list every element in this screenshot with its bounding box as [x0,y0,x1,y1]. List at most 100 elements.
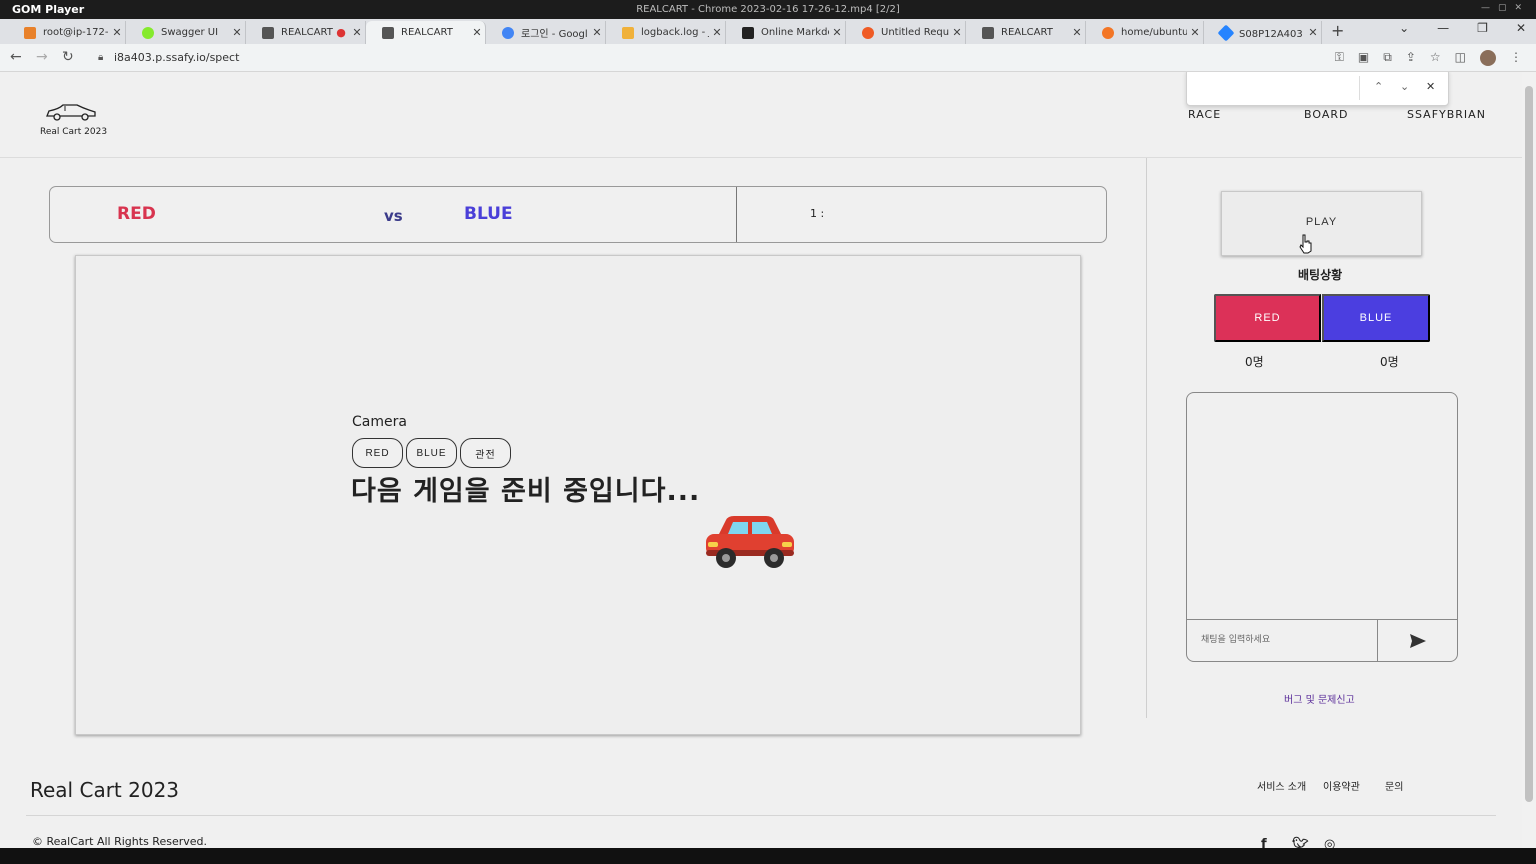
browser-tab[interactable]: REALCART ● ✕ [246,21,366,44]
find-in-page-bar[interactable]: ⌃ ⌄ ✕ [1186,72,1449,106]
toolbar-icons: ⚿ ▣ ⧉ ⇪ ☆ ◫ ⋮ [1335,50,1522,66]
camera-label: Camera [352,414,407,430]
close-tab-icon[interactable]: ✕ [229,26,245,39]
player-window-controls[interactable]: — ▢ ✕ [1481,3,1522,13]
footer-divider [26,815,1496,816]
logo-car-icon[interactable] [45,102,97,122]
car-icon [382,26,394,39]
close-tab-icon[interactable]: ✕ [949,26,965,39]
jupyter-icon [1102,26,1114,39]
nav-user[interactable]: SSAFYBRIAN [1407,108,1486,121]
twitter-icon[interactable]: 🐦︎ [1292,837,1309,848]
browser-tab[interactable]: logback.log - Jo✕ [606,21,726,44]
page: Real Cart 2023 RACE BOARD SSAFYBRIAN ⌃ ⌄… [0,72,1522,848]
share-icon[interactable]: ⇪ [1406,50,1416,66]
scrollbar-thumb[interactable] [1525,86,1533,802]
facebook-icon[interactable]: f [1261,837,1267,848]
browser-tab[interactable]: REALCART ✕ [966,21,1086,44]
player-title: REALCART - Chrome 2023-02-16 17-26-12.mp… [636,4,900,15]
logo-text[interactable]: Real Cart 2023 [40,127,107,137]
lock-icon: 🔒︎ [98,52,104,63]
new-tab-icon[interactable]: + [1331,21,1344,40]
reload-icon[interactable]: ↻ [62,49,74,65]
bug-report-link[interactable]: 버그 및 문제신고 [1284,691,1355,706]
find-close-icon[interactable]: ✕ [1426,80,1435,93]
copyright-text: © RealCart All Rights Reserved. [32,835,207,848]
postman-icon [862,26,874,39]
tab-search-icon[interactable]: ⌄ [1399,21,1409,35]
camera-spectate-button[interactable]: 관전 [460,438,511,468]
browser-tab[interactable]: S08P12A403 프✕ [1204,21,1322,44]
browser-tab[interactable]: home/ubuntu/✕ [1086,21,1204,44]
close-tab-icon[interactable]: ✕ [109,26,125,39]
send-icon [1409,633,1426,648]
play-button[interactable]: PLAY [1221,191,1422,256]
key-icon[interactable]: ⚿ [1335,50,1344,66]
close-icon[interactable]: ✕ [1514,3,1522,13]
bet-red-count: 0명 [1245,355,1264,369]
match-scoreboard: RED vs BLUE 1 : [49,186,1107,243]
footer-link-terms[interactable]: 이용약관 [1323,778,1360,793]
bet-blue-count: 0명 [1380,355,1399,369]
chat-messages[interactable] [1186,392,1458,620]
browser-tab[interactable]: Swagger UI ✕ [126,21,246,44]
browser-tab[interactable]: root@ip-172-26✕ [8,21,126,44]
markdown-icon [742,26,754,39]
nav-board[interactable]: BOARD [1304,108,1348,121]
chat-send-button[interactable] [1377,619,1458,662]
find-icon[interactable]: ▣ [1358,50,1369,66]
camera-red-button[interactable]: RED [352,438,403,468]
close-tab-icon[interactable]: ✕ [349,26,365,39]
minimize-icon[interactable]: — [1481,3,1490,13]
close-tab-icon[interactable]: ✕ [469,26,485,39]
instagram-icon[interactable]: ◎ [1324,837,1335,848]
jira-icon [1217,24,1235,41]
restore-icon[interactable]: ❐ [1477,21,1488,35]
footer-link-about[interactable]: 서비스 소개 [1257,778,1306,793]
find-next-icon[interactable]: ⌄ [1400,80,1409,93]
minimize-icon[interactable]: — [1437,21,1449,35]
find-prev-icon[interactable]: ⌃ [1374,80,1383,93]
score-divider [736,187,737,242]
close-tab-icon[interactable]: ✕ [709,26,725,39]
browser-tab[interactable]: Untitled Reque ✕ [846,21,966,44]
translate-icon[interactable]: ⧉ [1383,50,1392,66]
page-scrollbar[interactable] [1522,72,1536,848]
game-stage: Camera RED BLUE 관전 다음 게임을 준비 중입니다... [75,255,1081,735]
side-panel-icon[interactable]: ◫ [1455,50,1466,66]
player-title-bar: GOM Player REALCART - Chrome 2023-02-16 … [0,0,1536,19]
camera-blue-button[interactable]: BLUE [406,438,457,468]
maximize-icon[interactable]: ▢ [1498,3,1507,13]
betting-status-title: 배팅상황 [1298,268,1343,282]
profile-avatar[interactable] [1480,50,1496,66]
site-header: Real Cart 2023 RACE BOARD SSAFYBRIAN ⌃ ⌄… [0,72,1522,158]
browser-tab[interactable]: Online Markdo ✕ [726,21,846,44]
bet-blue-button[interactable]: BLUE [1322,294,1430,342]
menu-dots-icon[interactable]: ⋮ [1510,50,1522,66]
url-field[interactable]: 🔒︎ i8a403.p.ssafy.io/spect [88,47,1378,69]
score-text: 1 : [810,207,825,220]
browser-tab[interactable]: 로그인 - Googl ✕ [486,21,606,44]
address-bar: ← → ↻ 🔒︎ i8a403.p.ssafy.io/spect ⚿ ▣ ⧉ ⇪… [0,44,1536,72]
bet-red-button[interactable]: RED [1214,294,1321,342]
close-tab-icon[interactable]: ✕ [1305,26,1321,39]
close-tab-icon[interactable]: ✕ [1187,26,1203,39]
back-icon[interactable]: ← [10,49,22,65]
sidebar-divider [1146,158,1147,718]
browser-window-controls: ⌄ — ❐ ✕ [1399,21,1526,35]
browser-tab-active[interactable]: REALCART ✕ [366,21,486,44]
url-text: i8a403.p.ssafy.io/spect [114,51,240,64]
footer-link-contact[interactable]: 문의 [1385,778,1403,793]
terminal-icon [24,26,36,39]
nav-race[interactable]: RACE [1188,108,1221,121]
close-tab-icon[interactable]: ✕ [589,26,605,39]
car-icon [982,26,994,39]
footer-brand: Real Cart 2023 [30,778,180,802]
forward-icon[interactable]: → [36,49,48,65]
close-tab-icon[interactable]: ✕ [829,26,845,39]
bookmark-star-icon[interactable]: ☆ [1430,50,1441,66]
close-icon[interactable]: ✕ [1516,21,1526,35]
swagger-icon [142,26,154,39]
close-tab-icon[interactable]: ✕ [1069,26,1085,39]
chat-input[interactable]: 채팅을 입력하세요 [1186,619,1378,662]
